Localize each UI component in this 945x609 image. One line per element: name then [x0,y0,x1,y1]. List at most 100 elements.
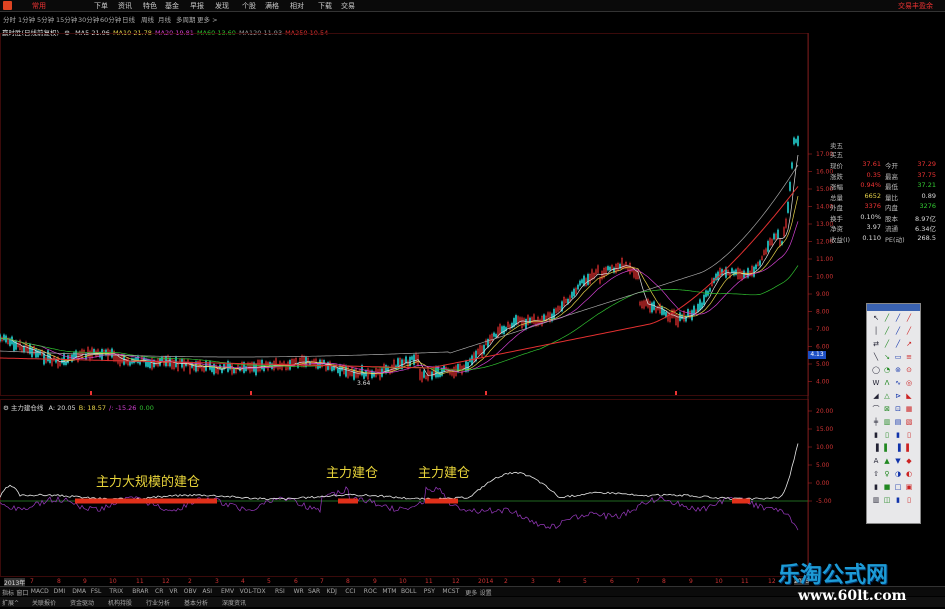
drawing-tool-icon[interactable]: ◔ [883,366,891,374]
drawing-tool-icon[interactable]: ▲ [883,457,891,465]
drawing-tool-icon[interactable]: ∿ [894,379,902,387]
drawing-tool-icon[interactable]: ▥ [883,418,891,426]
menu-item-3[interactable]: 特色 [143,1,157,11]
indicator-tab-21[interactable]: BOLL [401,588,416,595]
indicator-tab-23[interactable]: MCST [442,588,459,595]
drawing-tool-icon[interactable]: ⊳ [894,392,902,400]
period-tab-9[interactable]: 多周期 [176,14,196,24]
drawing-tool-icon[interactable]: ╱ [905,327,913,335]
extension-tab-6[interactable]: 深度资讯 [222,598,246,607]
indicator-tab-10[interactable]: OBV [184,588,197,595]
drawing-tool-icon[interactable]: ╱ [894,327,902,335]
indicator-tab-22[interactable]: PSY [424,588,435,595]
indicator-tab-25[interactable]: 设置 [480,588,492,597]
drawing-tool-icon[interactable]: ◐ [905,470,913,478]
extension-tab-1[interactable]: 关联报价 [32,598,56,607]
extension-tab-0[interactable]: 扩展^ [2,598,19,607]
extension-tab-3[interactable]: 机构持股 [108,598,132,607]
drawing-tool-icon[interactable]: ♀ [883,470,891,478]
drawing-tool-icon[interactable]: W [872,379,880,387]
period-tab-2[interactable]: 5分钟 [37,14,54,24]
menu-item-0[interactable]: 常用 [32,1,46,11]
period-tab-1[interactable]: 1分钟 [18,14,35,24]
indicator-tab-4[interactable]: DMA [72,588,86,595]
period-tab-5[interactable]: 60分钟 [100,14,121,24]
extension-tab-5[interactable]: 基本分析 [184,598,208,607]
drawing-tool-icon[interactable]: ▮ [872,483,880,491]
drawing-tool-icon[interactable]: ╪ [872,418,880,426]
indicator-tab-13[interactable]: VOL-TDX [240,588,266,595]
drawing-tool-icon[interactable]: ◆ [905,457,913,465]
indicator-tab-24[interactable]: 更多 [465,588,477,597]
toolbox-titlebar[interactable] [867,304,920,311]
drawing-tool-icon[interactable]: A [872,457,880,465]
drawing-tool-icon[interactable]: ▐ [872,444,880,452]
drawing-tool-icon[interactable]: ◑ [894,470,902,478]
indicator-tab-17[interactable]: KDJ [327,588,337,595]
indicator-tab-20[interactable]: MTM [382,588,396,595]
drawing-tool-icon[interactable]: ■ [883,483,891,491]
drawing-tool-icon[interactable]: ╱ [905,314,913,322]
drawing-tool-icon[interactable]: ▮ [872,431,880,439]
indicator-tab-0[interactable]: 指标 [2,588,14,597]
drawing-tool-icon[interactable]: ╱ [883,340,891,348]
indicator-tab-6[interactable]: TRIX [109,588,123,595]
menu-item-1[interactable]: 下单 [94,1,108,11]
menu-item-11[interactable]: 交易 [341,1,355,11]
drawing-tool-icon[interactable]: ▌ [883,444,891,452]
indicator-tab-9[interactable]: VR [169,588,177,595]
period-tab-10[interactable]: 更多 > [197,14,218,24]
period-tab-0[interactable]: 分时 [3,14,16,24]
extension-tab-2[interactable]: 资金驱动 [70,598,94,607]
drawing-tool-icon[interactable]: │ [872,327,880,335]
drawing-tool-icon[interactable]: Λ [883,379,891,387]
drawing-tool-icon[interactable]: ◢ [872,392,880,400]
drawing-tool-icon[interactable]: ╱ [883,327,891,335]
menu-item-10[interactable]: 下载 [318,1,332,11]
menu-item-5[interactable]: 早报 [190,1,204,11]
indicator-tab-3[interactable]: DMI [54,588,66,595]
drawing-tool-icon[interactable]: ╱ [894,314,902,322]
extension-tab-4[interactable]: 行业分析 [146,598,170,607]
period-tab-3[interactable]: 15分钟 [56,14,77,24]
drawing-tool-icon[interactable]: ▼ [894,457,902,465]
drawing-tool-icon[interactable]: △ [883,392,891,400]
drawing-tool-icon[interactable]: ▦ [905,405,913,413]
indicator-tab-15[interactable]: WR [294,588,304,595]
drawing-tool-icon[interactable]: ▤ [894,418,902,426]
indicator-tab-12[interactable]: EMV [221,588,234,595]
menu-item-6[interactable]: 发现 [215,1,229,11]
drawing-tool-icon[interactable]: ▮ [894,496,902,504]
drawing-tool-icon[interactable]: ⇄ [872,340,880,348]
drawing-tool-icon[interactable]: ⊠ [883,405,891,413]
period-tab-4[interactable]: 30分钟 [78,14,99,24]
drawing-tool-icon[interactable]: ≡ [905,353,913,361]
drawing-tool-icon[interactable]: ▣ [905,483,913,491]
drawing-tool-icon[interactable]: ▧ [905,418,913,426]
chart-area[interactable]: 17.0016.0015.0014.0013.0012.0011.0010.00… [0,33,945,578]
drawing-tool-icon[interactable]: ◣ [905,392,913,400]
indicator-tab-18[interactable]: CCI [345,588,355,595]
period-tab-6[interactable]: 日线 [122,14,135,24]
drawing-tool-icon[interactable]: □ [894,483,902,491]
drawing-toolbox[interactable]: ↖ ╱ ╱ ╱ │ ╱ ╱ ╱ ⇄ ╱ ╱ ↗ ╲ ↘ ▭ ≡ ◯ ◔ ⊚ ⊙ W Λ ∿ ◎ ◢ △ ⊳ ◣ ⌒ ⊠ ⊡ ▦ ╪ ▥ ▤ ▧ ▮ ▯ ▮ ▯… [866,303,921,524]
menu-item-2[interactable]: 资讯 [118,1,132,11]
drawing-tool-icon[interactable]: ▮ [894,431,902,439]
indicator-tab-5[interactable]: FSL [91,588,102,595]
drawing-tool-icon[interactable]: ↖ [872,314,880,322]
indicator-tab-16[interactable]: SAR [308,588,320,595]
menu-item-9[interactable]: 相对 [290,1,304,11]
drawing-tool-icon[interactable]: ↘ [883,353,891,361]
settings-icon[interactable]: ⚙ [3,404,11,412]
period-tab-8[interactable]: 月线 [158,14,171,24]
drawing-tool-icon[interactable]: ▥ [872,496,880,504]
drawing-tool-icon[interactable]: ◫ [883,496,891,504]
drawing-tool-icon[interactable]: ⊡ [894,405,902,413]
drawing-tool-icon[interactable]: ⌒ [872,405,880,413]
drawing-tool-icon[interactable]: ◯ [872,366,880,374]
drawing-tool-icon[interactable]: ⊚ [894,366,902,374]
drawing-tool-icon[interactable]: ⇧ [872,470,880,478]
indicator-tab-19[interactable]: ROC [364,588,377,595]
drawing-tool-icon[interactable]: ▭ [894,353,902,361]
menu-item-7[interactable]: 个股 [242,1,256,11]
